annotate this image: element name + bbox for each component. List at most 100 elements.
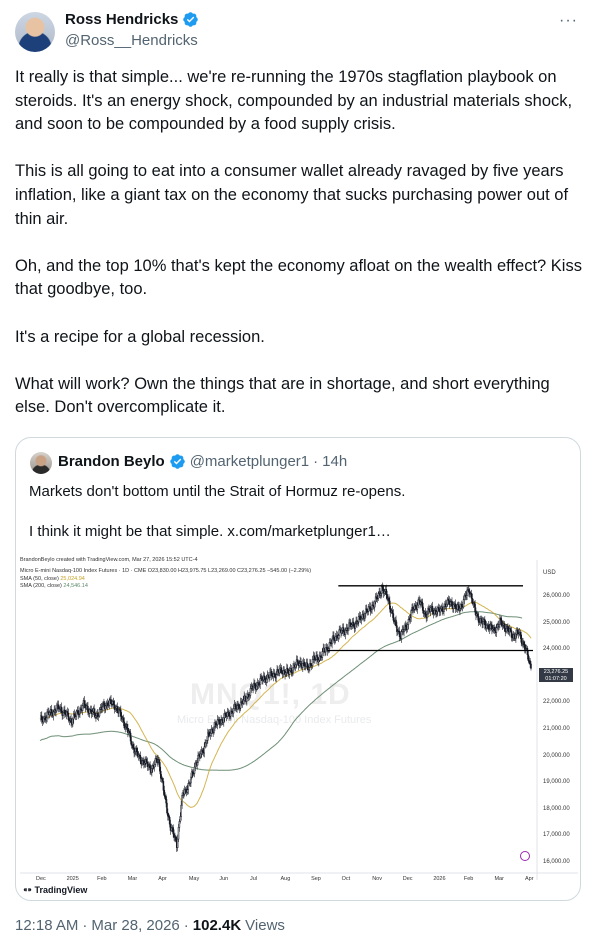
tweet-text: It really is that simple... we're re-run… [15,66,585,444]
candle-body [249,688,252,696]
candle-body [342,627,345,633]
candle-body [377,593,380,599]
candle-body [313,655,316,660]
candle-body [453,604,455,609]
author-handle[interactable]: @Ross__Hendricks [65,32,198,49]
candle-body [139,755,142,762]
candle-body [410,610,412,619]
countdown: 01:07:20 [545,675,567,682]
candle-body [380,593,382,596]
candle-body [211,728,213,732]
candle-body [477,616,480,623]
author-name-row: Ross Hendricks [65,11,199,28]
candle-body [108,699,111,706]
more-options-icon[interactable]: ··· [559,12,578,30]
x-tick-label: 2026 [433,876,446,882]
candle-body [57,704,60,710]
candle-body [416,604,419,610]
candle-body [431,605,434,613]
candle-body [93,708,95,714]
candle-body [334,636,337,642]
x-tick-label: Feb [97,876,107,882]
candle-body [513,634,515,637]
candle-body [91,711,94,715]
y-tick-label: 17,000.00 [543,832,570,839]
candle-body [60,706,63,712]
x-tick-label: Oct [341,876,351,882]
sma50-legend: SMA (50, close) 25,024.94 [20,576,85,582]
chart-canvas [20,560,578,880]
candle-body [354,623,356,629]
candle-body [186,789,189,793]
candle-body [277,669,279,672]
x-tick-label: May [188,876,200,882]
candle-body [83,700,86,705]
candle-body [454,603,457,609]
tradingview-logo-text: TradingView [34,885,88,895]
tweet-date[interactable]: Mar 28, 2026 [91,917,179,934]
author-avatar[interactable] [15,12,55,52]
candle-body [302,663,304,668]
candle-body [161,778,164,782]
candle-body [255,685,258,690]
candle-body [72,718,74,725]
candle-body [73,713,76,717]
candle-body [160,770,162,779]
y-tick-label: 22,000.00 [543,699,570,706]
candle-body [520,634,522,643]
candle-body [526,647,529,656]
tweet-paragraph: What will work? Own the things that are … [15,374,550,417]
candle-body [529,660,531,665]
candle-body [224,712,227,716]
price-chart: MNQ1!, 1D Micro E-mini Nasdaq-100 Index … [20,550,578,895]
candle-body [175,836,177,841]
chart-marker-icon [520,851,530,861]
quoted-separator: · [313,453,319,470]
candle-body [468,589,470,593]
candle-body [459,608,461,611]
candle-body [352,621,355,626]
candle-body [294,664,297,668]
candle-body [421,602,424,611]
y-tick-label: 18,000.00 [543,805,570,812]
candle-body [52,711,55,717]
candle-body [484,619,486,626]
candle-body [64,709,66,714]
candle-body [388,597,390,602]
author-name[interactable]: Ross Hendricks [65,11,178,28]
candle-body [445,603,448,607]
candle-body [70,718,72,723]
tradingview-logo-mark-icon: ⁌⁍ [23,885,35,895]
chart-credit: BrandonBeylo created with TradingView.co… [20,557,198,563]
candle-body [252,686,254,690]
candle-body [510,630,513,638]
candle-body [509,628,512,631]
candle-body [280,667,283,673]
y-tick-label: 20,000.00 [543,752,570,759]
candle-body [391,610,394,614]
x-tick-label: Feb [463,876,474,882]
quoted-tweet[interactable]: Brandon Beylo @marketplunger1 · 14h Mark… [15,437,581,901]
y-tick-label: 19,000.00 [543,779,570,786]
candle-body [145,758,148,763]
candle-body [498,624,500,628]
candle-body [153,764,156,768]
candle-body [321,651,324,658]
candle-body [507,626,509,631]
candle-body [120,709,122,717]
tweet-paragraph: It really is that simple... we're re-run… [15,68,573,134]
x-tick-label: Jun [219,876,229,882]
candle-body [395,619,397,627]
candle-body [158,759,160,763]
chart-symbol-line: Micro E-mini Nasdaq-100 Index Futures · … [20,568,312,574]
x-tick-label: Sep [311,876,321,882]
tweet-time[interactable]: 12:18 AM [15,917,78,934]
candle-body [337,635,340,639]
candle-body [75,710,78,717]
sma200-line [39,611,523,771]
candle-body [474,603,476,613]
candle-body [56,704,58,712]
candle-body [199,753,202,758]
candle-body [462,599,465,608]
candle-body [167,812,169,817]
